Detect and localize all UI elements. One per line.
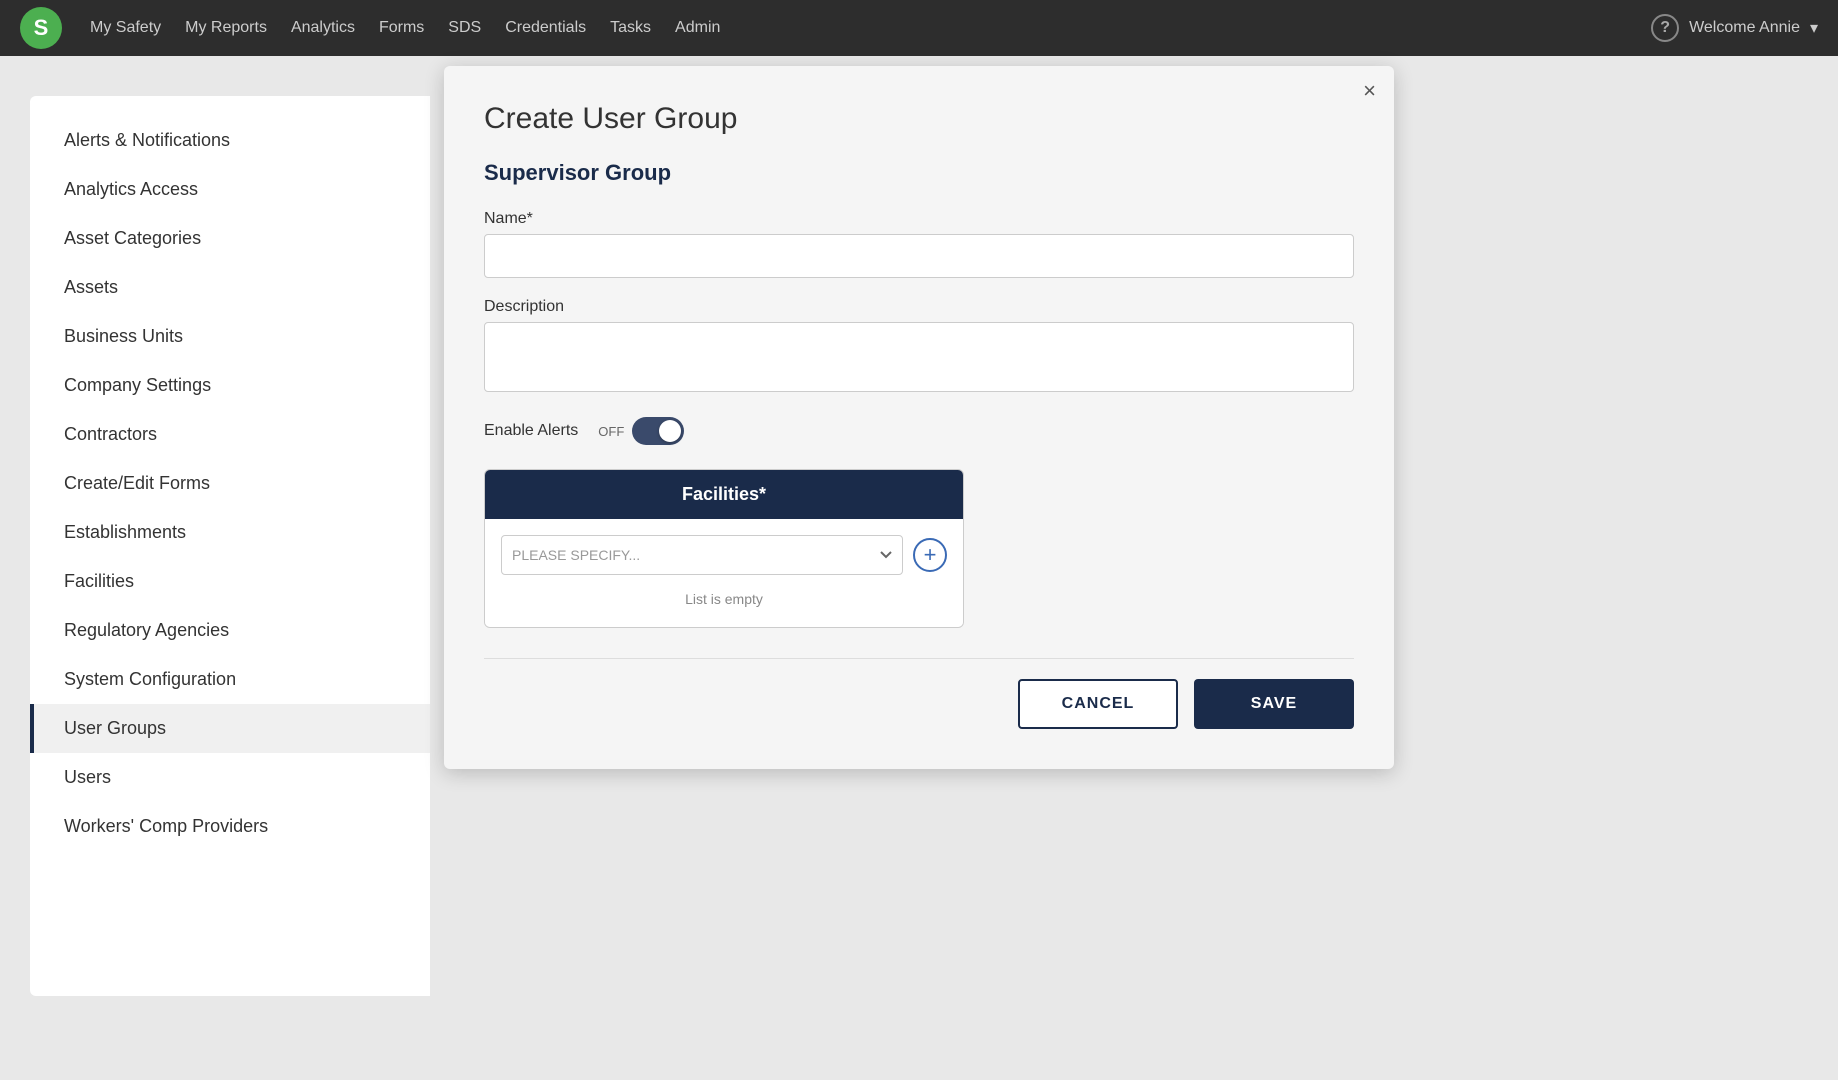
- app-logo[interactable]: S: [20, 7, 62, 49]
- name-label: Name*: [484, 210, 1354, 228]
- facilities-select-row: PLEASE SPECIFY... +: [501, 535, 947, 575]
- nav-forms[interactable]: Forms: [379, 19, 424, 37]
- toggle-container: OFF: [598, 417, 684, 445]
- description-label: Description: [484, 298, 1354, 316]
- nav-analytics[interactable]: Analytics: [291, 19, 355, 37]
- modal-overlay: × Create User Group Supervisor Group Nam…: [0, 56, 1838, 1036]
- facilities-select[interactable]: PLEASE SPECIFY...: [501, 535, 903, 575]
- create-user-group-modal: × Create User Group Supervisor Group Nam…: [444, 66, 1394, 769]
- nav-my-safety[interactable]: My Safety: [90, 19, 161, 37]
- modal-close-button[interactable]: ×: [1363, 80, 1376, 102]
- facilities-add-button[interactable]: +: [913, 538, 947, 572]
- modal-footer: CANCEL SAVE: [484, 658, 1354, 729]
- nav-admin[interactable]: Admin: [675, 19, 720, 37]
- top-navigation: S My Safety My Reports Analytics Forms S…: [0, 0, 1838, 56]
- enable-alerts-row: Enable Alerts OFF: [484, 417, 1354, 445]
- modal-subtitle: Supervisor Group: [484, 160, 1354, 186]
- description-input[interactable]: [484, 322, 1354, 392]
- facilities-empty-text: List is empty: [501, 587, 947, 611]
- save-button[interactable]: SAVE: [1194, 679, 1354, 729]
- nav-links: My Safety My Reports Analytics Forms SDS…: [90, 19, 1623, 37]
- nav-credentials[interactable]: Credentials: [505, 19, 586, 37]
- welcome-text: Welcome Annie: [1689, 19, 1800, 37]
- toggle-off-label: OFF: [598, 424, 624, 439]
- facilities-box: Facilities* PLEASE SPECIFY... + List is …: [484, 469, 964, 628]
- modal-title: Create User Group: [484, 102, 1354, 136]
- facilities-header: Facilities*: [485, 470, 963, 519]
- toggle-knob: [659, 420, 681, 442]
- nav-right: ? Welcome Annie ▾: [1651, 14, 1818, 42]
- enable-alerts-label: Enable Alerts: [484, 422, 578, 440]
- cancel-button[interactable]: CANCEL: [1018, 679, 1178, 729]
- nav-sds[interactable]: SDS: [448, 19, 481, 37]
- nav-tasks[interactable]: Tasks: [610, 19, 651, 37]
- facilities-body: PLEASE SPECIFY... + List is empty: [485, 519, 963, 627]
- name-input[interactable]: [484, 234, 1354, 278]
- user-dropdown-icon[interactable]: ▾: [1810, 18, 1818, 38]
- nav-my-reports[interactable]: My Reports: [185, 19, 267, 37]
- page-content: Alerts & Notifications Analytics Access …: [0, 56, 1838, 1036]
- enable-alerts-toggle[interactable]: [632, 417, 684, 445]
- help-icon[interactable]: ?: [1651, 14, 1679, 42]
